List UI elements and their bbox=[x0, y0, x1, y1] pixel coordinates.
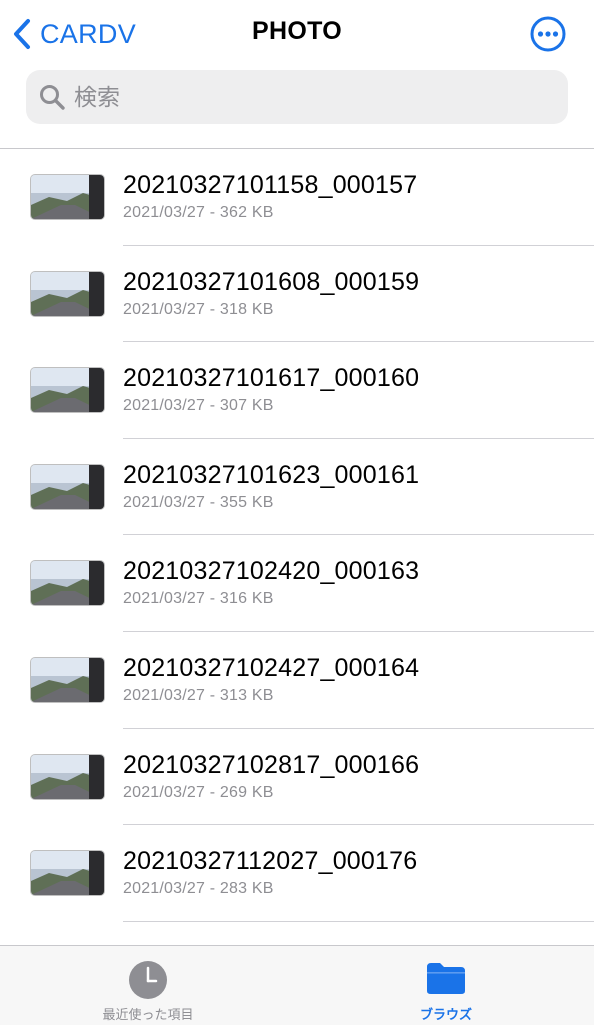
file-name: 20210327101623_000161 bbox=[123, 460, 420, 489]
file-row[interactable]: 20210327101158_000157 2021/03/27 - 362 K… bbox=[0, 149, 594, 246]
back-button-label: CARDV bbox=[40, 18, 137, 49]
folder-icon bbox=[427, 963, 465, 994]
file-meta: 2021/03/27 - 355 KB bbox=[123, 493, 274, 511]
navigation-bar: CARDV PHOTO bbox=[0, 0, 594, 62]
file-name: 20210327102817_000166 bbox=[123, 750, 420, 779]
tab-browse[interactable]: ブラウズ bbox=[346, 946, 546, 1025]
tab-recent[interactable]: 最近使った項目 bbox=[48, 946, 248, 1025]
chevron-left-icon bbox=[14, 19, 30, 49]
file-meta: 2021/03/27 - 318 KB bbox=[123, 300, 274, 318]
file-meta: 2021/03/27 - 313 KB bbox=[123, 686, 274, 704]
tab-recent-label: 最近使った項目 bbox=[102, 1007, 194, 1022]
photo-thumbnail bbox=[31, 851, 104, 896]
more-button[interactable] bbox=[528, 14, 568, 54]
file-meta: 2021/03/27 - 307 KB bbox=[123, 397, 274, 415]
back-button[interactable]: CARDV bbox=[12, 14, 136, 54]
search-icon bbox=[40, 85, 65, 110]
file-row[interactable]: 20210327101623_000161 2021/03/27 - 355 K… bbox=[0, 439, 594, 536]
photo-thumbnail bbox=[31, 368, 104, 413]
file-meta: 2021/03/27 - 362 KB bbox=[123, 204, 274, 221]
search-input[interactable] bbox=[72, 82, 556, 112]
file-name: 20210327112027_000176 bbox=[123, 847, 418, 876]
file-list: 20210327101158_000157 2021/03/27 - 362 K… bbox=[0, 149, 594, 922]
photo-thumbnail bbox=[31, 271, 104, 316]
photo-thumbnail bbox=[31, 175, 104, 219]
file-name: 20210327101608_000159 bbox=[123, 267, 420, 296]
photo-thumbnail bbox=[31, 561, 104, 606]
file-meta: 2021/03/27 - 316 KB bbox=[123, 590, 274, 608]
file-name: 20210327101617_000160 bbox=[123, 364, 420, 393]
file-row[interactable]: 20210327102427_000164 2021/03/27 - 313 K… bbox=[0, 632, 594, 729]
file-row[interactable]: 20210327101617_000160 2021/03/27 - 307 K… bbox=[0, 342, 594, 439]
photo-thumbnail bbox=[31, 464, 104, 509]
file-row[interactable]: 20210327101608_000159 2021/03/27 - 318 K… bbox=[0, 246, 594, 343]
photo-thumbnail bbox=[31, 754, 104, 799]
file-name: 20210327102420_000163 bbox=[123, 557, 420, 586]
file-row[interactable]: 20210327102420_000163 2021/03/27 - 316 K… bbox=[0, 535, 594, 632]
file-row[interactable]: 20210327102817_000166 2021/03/27 - 269 K… bbox=[0, 729, 594, 826]
search-bar[interactable] bbox=[26, 70, 568, 124]
row-separator bbox=[123, 920, 594, 922]
clock-icon bbox=[129, 961, 167, 999]
photo-thumbnail bbox=[31, 657, 104, 702]
file-meta: 2021/03/27 - 269 KB bbox=[123, 783, 274, 801]
tab-bar: 最近使った項目 ブラウズ bbox=[0, 945, 594, 1025]
file-row[interactable]: 20210327112027_000176 2021/03/27 - 283 K… bbox=[0, 825, 594, 922]
file-name: 20210327101158_000157 bbox=[123, 171, 418, 199]
file-name: 20210327102427_000164 bbox=[123, 653, 420, 682]
ellipsis-circle-icon bbox=[530, 16, 566, 52]
tab-browse-label: ブラウズ bbox=[419, 1007, 472, 1022]
file-meta: 2021/03/27 - 283 KB bbox=[123, 880, 274, 898]
